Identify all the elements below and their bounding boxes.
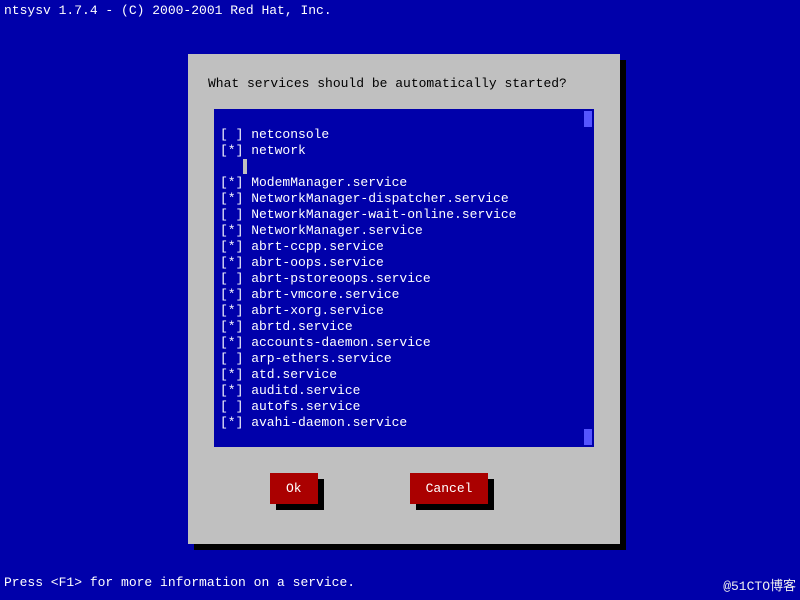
service-item[interactable]: [ ] NetworkManager-wait-online.service bbox=[214, 207, 594, 223]
service-item[interactable]: [*] accounts-daemon.service bbox=[214, 335, 594, 351]
service-item[interactable]: [*] abrt-ccpp.service bbox=[214, 239, 594, 255]
footer-hint: Press <F1> for more information on a ser… bbox=[4, 575, 355, 594]
scrollbar-down[interactable] bbox=[584, 429, 592, 445]
service-item[interactable]: [*] auditd.service bbox=[214, 383, 594, 399]
service-item[interactable]: [ ] arp-ethers.service bbox=[214, 351, 594, 367]
scrollbar-thumb[interactable] bbox=[584, 111, 592, 127]
service-item[interactable]: [*] abrt-vmcore.service bbox=[214, 287, 594, 303]
service-item[interactable]: [*] ModemManager.service bbox=[214, 175, 594, 191]
service-item[interactable]: [ ] netconsole bbox=[214, 127, 594, 143]
service-item[interactable]: [ ] abrt-pstoreoops.service bbox=[214, 271, 594, 287]
services-listbox[interactable]: [ ] netconsole[*] network [*] ModemManag… bbox=[214, 109, 594, 447]
service-item[interactable]: [ ] autofs.service bbox=[214, 399, 594, 415]
section-header-systemd[interactable] bbox=[214, 159, 594, 175]
button-row: Ok Cancel bbox=[208, 473, 600, 504]
cancel-button[interactable]: Cancel bbox=[410, 473, 489, 504]
footer: Press <F1> for more information on a ser… bbox=[4, 575, 796, 594]
service-item[interactable]: [*] NetworkManager-dispatcher.service bbox=[214, 191, 594, 207]
dialog-prompt: What services should be automatically st… bbox=[208, 76, 600, 91]
service-item[interactable]: [*] atd.service bbox=[214, 367, 594, 383]
service-item[interactable]: [*] abrt-oops.service bbox=[214, 255, 594, 271]
watermark: @51CTO博客 bbox=[723, 575, 796, 594]
services-dialog: What services should be automatically st… bbox=[188, 54, 620, 544]
service-item[interactable]: [*] NetworkManager.service bbox=[214, 223, 594, 239]
ok-button[interactable]: Ok bbox=[270, 473, 318, 504]
app-header: ntsysv 1.7.4 - (C) 2000-2001 Red Hat, In… bbox=[0, 0, 800, 21]
service-item[interactable]: [*] abrtd.service bbox=[214, 319, 594, 335]
service-item[interactable]: [*] avahi-daemon.service bbox=[214, 415, 594, 431]
service-item[interactable]: [*] network bbox=[214, 143, 594, 159]
section-header-sysv[interactable] bbox=[214, 111, 594, 127]
service-item[interactable]: [*] abrt-xorg.service bbox=[214, 303, 594, 319]
